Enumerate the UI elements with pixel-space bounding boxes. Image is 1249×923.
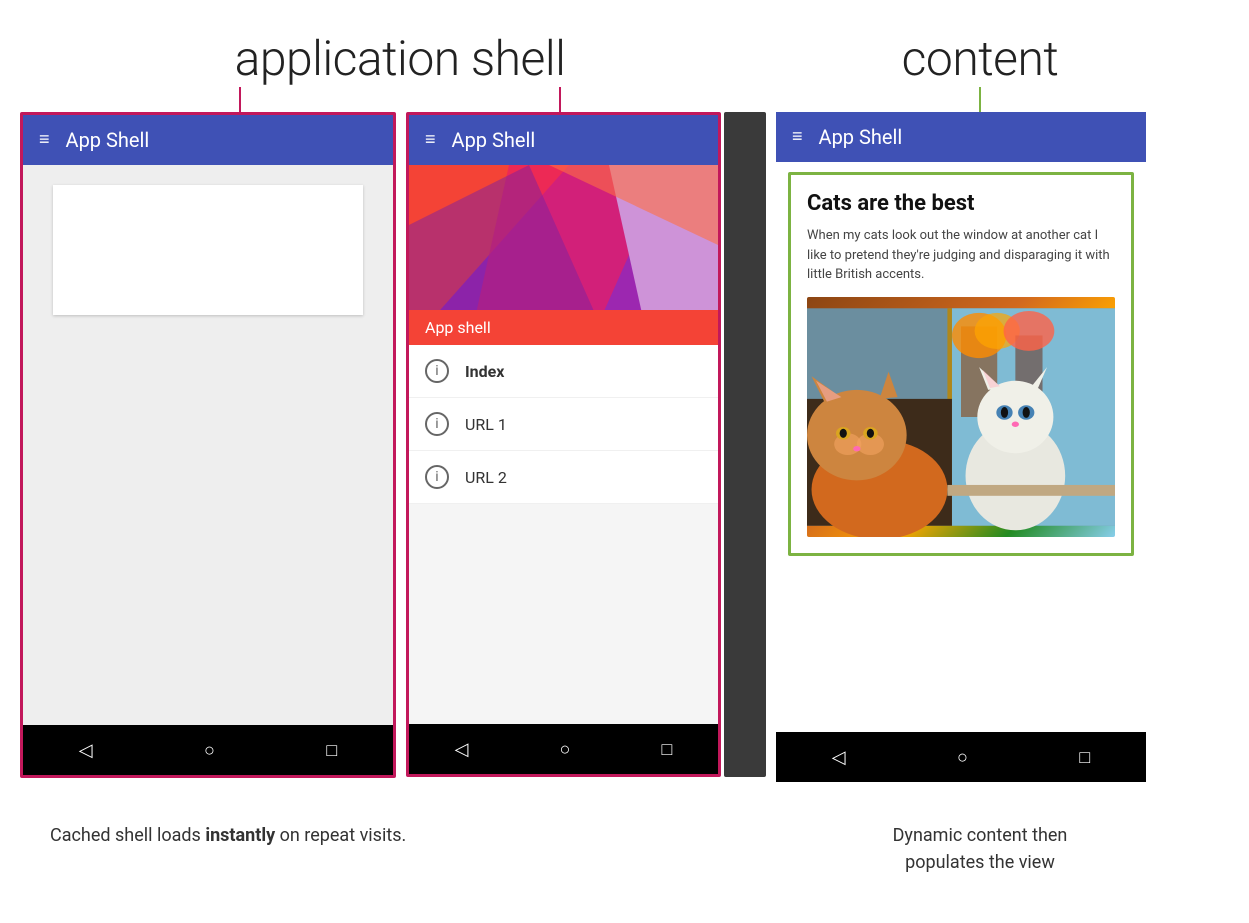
middle-hamburger-icon: ≡ [425, 131, 436, 149]
cat-image [807, 297, 1115, 537]
middle-back-icon: ◁ [455, 739, 469, 760]
right-caption-wrapper: Dynamic content then populates the view [780, 802, 1180, 876]
menu-item-url1: i URL 1 [409, 398, 718, 451]
captions-row: Cached shell loads instantly on repeat v… [20, 802, 1229, 876]
menu-item-url1-label: URL 1 [465, 415, 507, 434]
content-placeholder [53, 185, 363, 315]
left-phone-body [23, 165, 393, 725]
right-caption: Dynamic content then populates the view [780, 822, 1180, 876]
app-shell-label-wrapper: application shell [20, 20, 780, 87]
left-recents-icon: □ [326, 740, 337, 761]
left-connectors [20, 87, 780, 112]
middle-phone-group: ≡ App Shell [406, 112, 766, 777]
left-caption-prefix: Cached shell loads [50, 825, 205, 846]
content-title: Cats are the best [807, 191, 1115, 216]
colorful-image-area: App shell [409, 165, 718, 345]
right-phone-frame: ≡ App Shell Cats are the best When my ca… [776, 112, 1146, 782]
right-app-bar: ≡ App Shell [776, 112, 1146, 162]
menu-filler [409, 504, 718, 724]
info-icon-index: i [425, 359, 449, 383]
right-phone-wrapper: ≡ App Shell Cats are the best When my ca… [776, 112, 1146, 782]
middle-connector [559, 87, 561, 112]
middle-connector-line [559, 87, 561, 112]
left-connector [239, 87, 241, 112]
left-nav-bar: ◁ ○ □ [23, 725, 393, 775]
middle-app-bar-title: App Shell [452, 128, 536, 152]
menu-item-url2-label: URL 2 [465, 468, 507, 487]
right-app-bar-title: App Shell [819, 125, 903, 149]
content-label: content [902, 30, 1059, 87]
left-caption: Cached shell loads instantly on repeat v… [40, 822, 780, 849]
left-app-bar-title: App Shell [66, 128, 150, 152]
middle-nav-bar: ◁ ○ □ [409, 724, 718, 774]
info-icon-url2: i [425, 465, 449, 489]
left-app-bar: ≡ App Shell [23, 115, 393, 165]
right-caption-line2: populates the view [905, 852, 1055, 873]
right-back-icon: ◁ [832, 747, 846, 768]
left-connector-line [239, 87, 241, 112]
right-home-icon: ○ [957, 747, 968, 768]
menu-list: i Index i URL 1 i URL 2 [409, 345, 718, 724]
right-connector [780, 87, 1180, 112]
left-phone-wrapper: ≡ App Shell ◁ ○ □ [20, 112, 396, 778]
header-row: application shell content [20, 20, 1229, 87]
right-phone-body: Cats are the best When my cats look out … [776, 172, 1146, 732]
left-hamburger-icon: ≡ [39, 131, 50, 149]
content-box-green: Cats are the best When my cats look out … [788, 172, 1134, 556]
middle-app-bar: ≡ App Shell [409, 115, 718, 165]
middle-recents-icon: □ [662, 739, 673, 760]
phones-row: ≡ App Shell ◁ ○ □ [20, 112, 1229, 782]
application-shell-label: application shell [235, 30, 566, 87]
left-phone-frame: ≡ App Shell ◁ ○ □ [20, 112, 396, 778]
middle-home-icon: ○ [560, 739, 571, 760]
left-home-icon: ○ [204, 740, 215, 761]
info-icon-url1: i [425, 412, 449, 436]
left-caption-bold: instantly [205, 825, 275, 846]
left-caption-wrapper: Cached shell loads instantly on repeat v… [20, 802, 780, 876]
menu-item-url2: i URL 2 [409, 451, 718, 504]
left-back-icon: ◁ [79, 740, 93, 761]
right-nav-bar: ◁ ○ □ [776, 732, 1146, 782]
right-hamburger-icon: ≡ [792, 128, 803, 146]
right-connector-line [979, 87, 981, 112]
right-connector-inner [979, 87, 981, 112]
right-recents-icon: □ [1079, 747, 1090, 768]
content-label-wrapper: content [780, 20, 1180, 87]
app-shell-overlay-label: App shell [409, 310, 718, 345]
connector-row [20, 87, 1229, 112]
dark-side-panel [724, 112, 766, 777]
cat-svg [807, 297, 1115, 537]
menu-item-index: i Index [409, 345, 718, 398]
right-caption-line1: Dynamic content then [893, 825, 1068, 846]
left-caption-suffix: on repeat visits. [275, 825, 406, 846]
content-text: When my cats look out the window at anot… [807, 226, 1115, 285]
middle-phone-frame: ≡ App Shell [406, 112, 721, 777]
page-wrapper: application shell content [0, 0, 1249, 876]
menu-item-index-label: Index [465, 362, 504, 381]
